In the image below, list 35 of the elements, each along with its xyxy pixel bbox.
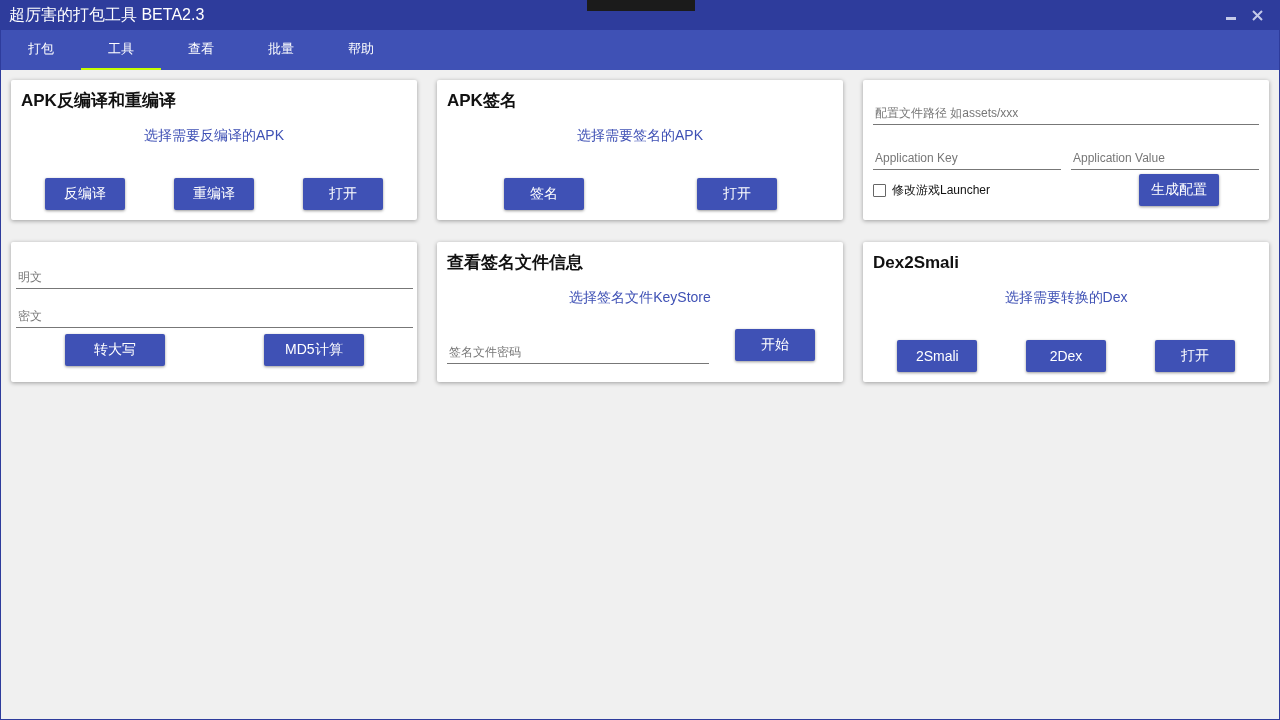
action-button[interactable]: 打开 (1154, 340, 1235, 372)
checkbox-label: 修改游戏Launcher (892, 181, 991, 199)
drag-handle[interactable] (587, 0, 695, 11)
text-input-field[interactable]: 密文 (16, 305, 413, 328)
menu-tab[interactable]: 帮助 (321, 30, 401, 70)
action-button[interactable]: 生成配置 (1139, 174, 1219, 206)
text-input-field[interactable]: 明文 (16, 266, 413, 289)
application-value-field[interactable]: Application Value (1071, 147, 1259, 170)
action-button[interactable]: 签名 (503, 178, 584, 210)
action-button[interactable]: 重编译 (174, 178, 254, 210)
card-title: APK签名 (447, 91, 518, 111)
action-button[interactable]: 打开 (302, 178, 383, 210)
checkbox[interactable] (873, 183, 886, 197)
card-title: 查看签名文件信息 (447, 253, 584, 273)
action-button[interactable]: 2Dex (1026, 340, 1106, 372)
menu-tab[interactable]: 批量 (241, 30, 321, 70)
file-picker-link[interactable]: 选择需要签名的APK (577, 127, 703, 145)
password-field[interactable]: 签名文件密码 (447, 341, 709, 364)
action-button[interactable]: 反编译 (45, 178, 126, 210)
menu-tab[interactable]: 打包 (1, 30, 81, 70)
window-title: 超厉害的打包工具 BETA2.3 (9, 4, 205, 25)
action-button[interactable]: 打开 (696, 178, 777, 210)
menu-tab[interactable]: 工具 (81, 30, 161, 70)
config-path-field[interactable]: 配置文件路径 如assets/xxx (873, 102, 1259, 125)
card-title: APK反编译和重编译 (21, 91, 177, 111)
file-picker-link[interactable]: 选择需要反编译的APK (144, 127, 284, 145)
file-picker-link[interactable]: 选择签名文件KeyStore (569, 289, 711, 307)
action-button[interactable]: 2Smali (897, 340, 978, 372)
action-button[interactable]: 开始 (735, 329, 815, 361)
menu-tab[interactable]: 查看 (161, 30, 241, 70)
application-key-field[interactable]: Application Key (873, 147, 1061, 170)
action-button[interactable]: 转大写 (65, 334, 166, 366)
action-button[interactable]: MD5计算 (263, 334, 364, 366)
file-picker-link[interactable]: 选择需要转换的Dex (1004, 289, 1128, 307)
card-title: Dex2Smali (873, 253, 960, 273)
